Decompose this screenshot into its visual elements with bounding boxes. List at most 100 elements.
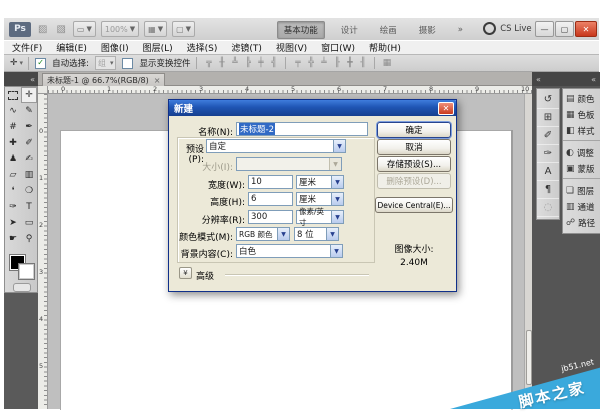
dock-header[interactable]: « « — [532, 72, 600, 86]
menu-item[interactable]: 视图(V) — [276, 41, 307, 54]
menu-item[interactable]: 窗口(W) — [321, 41, 355, 54]
history-panel-icon[interactable]: ↺ — [537, 91, 559, 109]
menu-item[interactable]: 帮助(H) — [369, 41, 401, 54]
clone-source-panel-icon[interactable]: ⊞ — [537, 109, 559, 127]
dodge-tool[interactable]: ❍ — [21, 183, 37, 199]
bridge-icon[interactable]: ▨ — [36, 24, 49, 35]
menu-item[interactable]: 编辑(E) — [56, 41, 87, 54]
zoom-tool[interactable]: ⚲ — [21, 231, 37, 247]
align-top-edges-icon[interactable]: ╦ — [203, 58, 214, 68]
tab-close-icon[interactable]: × — [154, 76, 161, 85]
eyedropper-tool[interactable]: ✒ — [21, 119, 37, 135]
resolution-unit-dropdown[interactable]: 像素/英寸▼ — [296, 210, 344, 224]
gradient-tool[interactable]: ▥ — [21, 167, 37, 183]
close-button[interactable]: ✕ — [575, 21, 597, 37]
dialog-close-button[interactable]: ✕ — [438, 102, 454, 115]
character-panel-icon[interactable]: A — [537, 163, 559, 181]
shape-tool[interactable]: ▭ — [21, 215, 37, 231]
brush-panel-icon[interactable]: ✐ — [537, 127, 559, 145]
cancel-button[interactable]: 取消 — [377, 139, 451, 155]
workspace-button[interactable]: 基本功能 — [277, 21, 325, 39]
height-input[interactable]: 6 — [248, 192, 293, 206]
align-right-edges-icon[interactable]: ╣ — [268, 58, 279, 68]
height-unit-dropdown[interactable]: 厘米▼ — [296, 192, 344, 206]
history-brush-tool[interactable]: ✍ — [21, 151, 37, 167]
panel-button-色板[interactable]: ▦色板 — [563, 107, 600, 123]
vertical-scrollbar[interactable] — [524, 94, 532, 409]
animation-panel-icon[interactable]: ◌ — [537, 199, 559, 217]
dialog-title-bar[interactable]: 新建 — [169, 100, 456, 116]
quick-selection-tool[interactable]: ✎ — [21, 103, 37, 119]
advanced-expander-button[interactable]: ¥ — [179, 267, 192, 279]
name-input[interactable]: 未标题-2 — [236, 122, 368, 136]
panel-button-图层[interactable]: ❏图层 — [563, 183, 600, 199]
color-mode-dropdown[interactable]: RGB 颜色▼ — [236, 227, 290, 241]
workspace-more-button[interactable]: » — [452, 23, 469, 37]
spot-healing-brush-tool[interactable]: ✚ — [5, 135, 21, 151]
path-selection-tool[interactable]: ➤ — [5, 215, 21, 231]
align-bottom-edges-icon[interactable]: ╩ — [229, 58, 240, 68]
distribute-left-edges-icon[interactable]: ╟ — [331, 58, 342, 68]
zoom-level-button[interactable]: 100%▼ — [101, 21, 139, 37]
rectangular-marquee-tool[interactable] — [5, 87, 21, 103]
workspace-button[interactable]: 设计 — [335, 22, 364, 38]
arrange-documents-button[interactable]: ▦▼ — [144, 21, 167, 37]
menu-item[interactable]: 滤镜(T) — [231, 41, 262, 54]
menu-item[interactable]: 选择(S) — [187, 41, 218, 54]
workspace-button[interactable]: 摄影 — [413, 22, 442, 38]
pen-tool[interactable]: ✑ — [5, 199, 21, 215]
hand-tool[interactable]: ☛ — [5, 231, 21, 247]
distribute-vertical-centers-icon[interactable]: ╬ — [305, 58, 316, 68]
eraser-tool[interactable]: ▱ — [5, 167, 21, 183]
distribute-horizontal-centers-icon[interactable]: ╋ — [344, 58, 355, 68]
device-central-button[interactable]: Device Central(E)... — [375, 197, 453, 213]
ok-button[interactable]: 确定 — [377, 122, 451, 138]
panel-button-蒙版[interactable]: ▣蒙版 — [563, 161, 600, 177]
menu-item[interactable]: 图层(L) — [143, 41, 173, 54]
show-transform-checkbox[interactable] — [122, 58, 133, 69]
panel-button-样式[interactable]: ◧样式 — [563, 123, 600, 139]
save-preset-button[interactable]: 存储预设(S)... — [377, 156, 451, 172]
restore-button[interactable]: ▢ — [555, 21, 574, 37]
panel-button-通道[interactable]: ▥通道 — [563, 199, 600, 215]
quick-mask-button[interactable] — [13, 283, 31, 292]
preset-dropdown[interactable]: 自定▼ — [206, 139, 346, 153]
panel-button-调整[interactable]: ◐调整 — [563, 145, 600, 161]
cs-live-button[interactable]: CS Live ▼ — [483, 22, 541, 35]
collapse-panels-icon[interactable]: « — [536, 75, 541, 84]
type-tool[interactable]: T — [21, 199, 37, 215]
background-color-swatch[interactable] — [19, 264, 34, 279]
resolution-input[interactable]: 300 — [248, 210, 293, 224]
brush-tool[interactable]: ✐ — [21, 135, 37, 151]
tools-panel-header[interactable]: « — [4, 72, 38, 86]
screen-mode-button[interactable]: ▢▼ — [172, 21, 195, 37]
view-extras-button[interactable]: ▭▼ — [73, 21, 96, 37]
move-tool[interactable]: ✛ — [21, 87, 37, 103]
width-unit-dropdown[interactable]: 厘米▼ — [296, 175, 344, 189]
panel-button-路径[interactable]: ☍路径 — [563, 215, 600, 231]
paragraph-panel-icon[interactable]: ¶ — [537, 181, 559, 199]
align-left-edges-icon[interactable]: ╠ — [242, 58, 253, 68]
distribute-bottom-edges-icon[interactable]: ╧ — [318, 58, 329, 68]
blur-tool[interactable]: ❛ — [5, 183, 21, 199]
clone-stamp-tool[interactable]: ♟ — [5, 151, 21, 167]
crop-tool[interactable]: # — [5, 119, 21, 135]
lasso-tool[interactable]: ∿ — [5, 103, 21, 119]
workspace-button[interactable]: 绘画 — [374, 22, 403, 38]
mini-bridge-icon[interactable]: ▧ — [54, 24, 67, 35]
bit-depth-dropdown[interactable]: 8 位▼ — [294, 227, 339, 241]
distribute-right-edges-icon[interactable]: ╢ — [357, 58, 368, 68]
width-input[interactable]: 10 — [248, 175, 293, 189]
menu-item[interactable]: 文件(F) — [12, 41, 42, 54]
panel-button-颜色[interactable]: ▤颜色 — [563, 91, 600, 107]
current-tool-button[interactable]: ✛▾ — [10, 57, 29, 70]
auto-align-layers-button[interactable]: ▦ — [381, 58, 392, 68]
distribute-top-edges-icon[interactable]: ╤ — [292, 58, 303, 68]
align-horizontal-centers-icon[interactable]: ╪ — [255, 58, 266, 68]
brush-presets-panel-icon[interactable]: ✑ — [537, 145, 559, 163]
menu-item[interactable]: 图像(I) — [101, 41, 129, 54]
minimize-button[interactable]: — — [535, 21, 554, 37]
collapse-panels-icon[interactable]: « — [591, 75, 596, 84]
auto-select-checkbox[interactable]: ✓ — [35, 58, 46, 69]
background-contents-dropdown[interactable]: 白色▼ — [236, 244, 343, 258]
